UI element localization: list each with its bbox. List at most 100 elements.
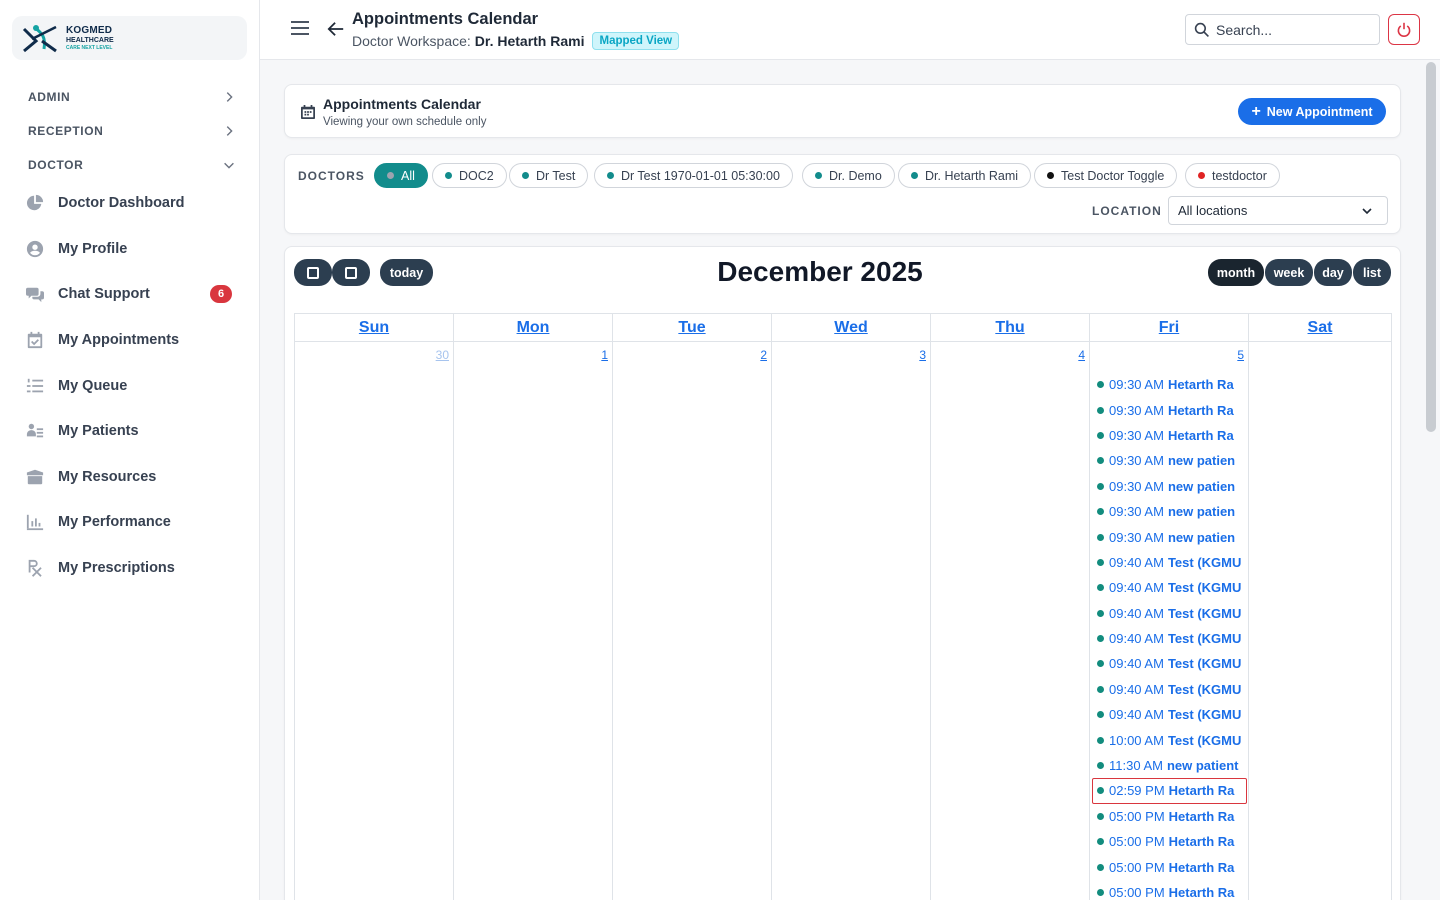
doctor-chip-dr-test[interactable]: Dr Test [509, 163, 589, 188]
calendar-event[interactable]: 05:00 PM Hetarth Ra [1092, 854, 1247, 879]
chevron-right-icon [226, 92, 233, 102]
day-number[interactable]: 5 [1237, 348, 1244, 362]
event-title: Test (KGMU [1167, 707, 1242, 723]
calendar-event[interactable]: 09:40 AM Test (KGMU [1092, 575, 1247, 600]
doctor-chip-dr-test-1970[interactable]: Dr Test 1970-01-01 05:30:00 [594, 163, 793, 188]
calendar-event[interactable]: 09:40 AM Test (KGMU [1092, 550, 1247, 575]
day-number[interactable]: 3 [919, 348, 926, 362]
sidebar-item-label: My Performance [58, 514, 171, 530]
search-input[interactable] [1216, 21, 1376, 38]
day-cell[interactable]: 3 [771, 342, 930, 900]
weekday-tue[interactable]: Tue [612, 314, 771, 341]
doctor-chip-doc2[interactable]: DOC2 [432, 163, 507, 188]
calendar-event[interactable]: 09:40 AM Test (KGMU [1092, 677, 1247, 702]
calendar-event[interactable]: 05:00 PM Hetarth Ra [1092, 804, 1247, 829]
day-cell[interactable]: 2 [612, 342, 771, 900]
chevron-down-icon [224, 162, 234, 169]
box-icon [24, 466, 46, 488]
calendar-event[interactable]: 09:30 AM Hetarth Ra [1092, 397, 1247, 422]
event-time: 05:00 PM [1109, 859, 1165, 875]
doctor-chip-dr-hetarth-rami[interactable]: Dr. Hetarth Rami [898, 163, 1032, 188]
calendar-event[interactable]: 09:30 AM Hetarth Ra [1092, 423, 1247, 448]
search-box[interactable] [1185, 14, 1380, 45]
calendar-event[interactable]: 09:30 AM new patien [1092, 524, 1247, 549]
day-cell[interactable] [1248, 342, 1392, 900]
event-dot-icon [1097, 736, 1104, 744]
sidebar-item-my-performance[interactable]: My Performance [24, 505, 236, 539]
day-cell-fri[interactable]: 5 09:30 AM Hetarth Ra 09:30 AM Hetarth Ra 09… [1089, 342, 1248, 900]
calendar-event[interactable]: 09:40 AM Test (KGMU [1092, 702, 1247, 727]
calendar-event[interactable]: 11:30 AM new patient [1092, 753, 1247, 778]
event-time: 09:40 AM [1109, 554, 1164, 570]
weekday-fri[interactable]: Fri [1089, 314, 1248, 341]
sidebar-section-reception[interactable]: RECEPTION [28, 119, 236, 143]
back-arrow-icon[interactable] [327, 20, 345, 38]
workspace-info: Doctor Workspace: Dr. Hetarth Rami Mappe… [352, 32, 680, 50]
doctor-chip-all[interactable]: All [374, 163, 428, 188]
sidebar-item-doctor-dashboard[interactable]: Doctor Dashboard [24, 186, 236, 220]
brand-logo[interactable]: KOGMED HEALTHCARE CARE NEXT LEVEL [12, 16, 247, 60]
sidebar-section-doctor[interactable]: DOCTOR [28, 153, 236, 177]
sidebar-item-my-patients[interactable]: My Patients [24, 414, 236, 448]
today-button[interactable]: today [380, 259, 433, 286]
day-number[interactable]: 1 [601, 348, 608, 362]
calendar-event[interactable]: 09:30 AM new patien [1092, 499, 1247, 524]
sidebar-item-my-queue[interactable]: My Queue [24, 369, 236, 403]
sidebar-section-admin[interactable]: ADMIN [28, 85, 236, 109]
event-time: 09:30 AM [1109, 453, 1164, 469]
calendar-event[interactable]: 09:40 AM Test (KGMU [1092, 651, 1247, 676]
day-cell[interactable]: 1 [453, 342, 612, 900]
next-month-button[interactable] [332, 259, 370, 286]
day-number[interactable]: 30 [436, 348, 449, 362]
view-day-button[interactable]: day [1314, 259, 1352, 286]
weekday-mon[interactable]: Mon [453, 314, 612, 341]
sidebar-item-my-appointments[interactable]: My Appointments [24, 323, 236, 357]
weekday-thu[interactable]: Thu [930, 314, 1089, 341]
sidebar-item-my-prescriptions[interactable]: My Prescriptions [24, 551, 236, 585]
calendar-event[interactable]: 09:30 AM new patien [1092, 474, 1247, 499]
card-title: Appointments Calendar [323, 96, 481, 112]
doctor-chip-testdoctor[interactable]: testdoctor [1185, 163, 1280, 188]
view-list-button[interactable]: list [1353, 259, 1391, 286]
sidebar-item-chat-support[interactable]: Chat Support 6 [24, 277, 236, 311]
location-select[interactable]: All locations [1168, 196, 1388, 225]
prev-month-button[interactable] [294, 259, 332, 286]
doctor-chip-test-doctor-toggle[interactable]: Test Doctor Toggle [1034, 163, 1178, 188]
calendar-event[interactable]: 05:00 PM Hetarth Ra [1092, 880, 1247, 900]
calendar-event[interactable]: 10:00 AM Test (KGMU [1092, 727, 1247, 752]
sidebar-item-my-resources[interactable]: My Resources [24, 460, 236, 494]
sidebar-item-label: My Queue [58, 378, 128, 394]
day-number[interactable]: 4 [1078, 348, 1085, 362]
calendar-card: today December 2025 month week day list … [284, 246, 1401, 900]
calendar-event[interactable]: 05:00 PM Hetarth Ra [1092, 829, 1247, 854]
view-week-button[interactable]: week [1265, 259, 1313, 286]
calendar-event[interactable]: 09:40 AM Test (KGMU [1092, 626, 1247, 651]
chip-dot-icon [522, 172, 529, 179]
event-title: new patien [1167, 453, 1236, 469]
page-scrollbar[interactable] [1426, 62, 1436, 432]
event-time: 05:00 PM [1109, 834, 1165, 850]
sidebar-item-label: My Prescriptions [58, 560, 175, 576]
day-cell[interactable]: 4 [930, 342, 1089, 900]
weekday-sun[interactable]: Sun [294, 314, 453, 341]
doctor-chip-dr-demo[interactable]: Dr. Demo [802, 163, 895, 188]
day-number[interactable]: 2 [760, 348, 767, 362]
hamburger-menu-icon[interactable] [290, 18, 310, 38]
view-month-button[interactable]: month [1208, 259, 1264, 286]
weekday-sat[interactable]: Sat [1248, 314, 1392, 341]
patient-card-icon [24, 420, 46, 442]
calendar-event[interactable]: 09:30 AM new patien [1092, 448, 1247, 473]
calendar-event[interactable]: 02:59 PM Hetarth Ra [1092, 778, 1247, 804]
day-cell[interactable]: 30 [294, 342, 453, 900]
weekday-wed[interactable]: Wed [771, 314, 930, 341]
calendar-event[interactable]: 09:40 AM Test (KGMU [1092, 601, 1247, 626]
new-appointment-button[interactable]: + New Appointment [1238, 98, 1386, 125]
sidebar-item-my-profile[interactable]: My Profile [24, 232, 236, 266]
weekday-header: Sun Mon Tue Wed Thu Fri Sat [294, 313, 1392, 342]
logout-button[interactable] [1388, 14, 1420, 45]
user-circle-icon [24, 238, 46, 260]
event-title: Hetarth Ra [1168, 783, 1235, 799]
calendar-event[interactable]: 09:30 AM Hetarth Ra [1092, 372, 1247, 397]
filter-card: DOCTORS All DOC2 Dr Test Dr Test 1970-01… [284, 154, 1401, 234]
event-title: Test (KGMU [1167, 656, 1242, 672]
